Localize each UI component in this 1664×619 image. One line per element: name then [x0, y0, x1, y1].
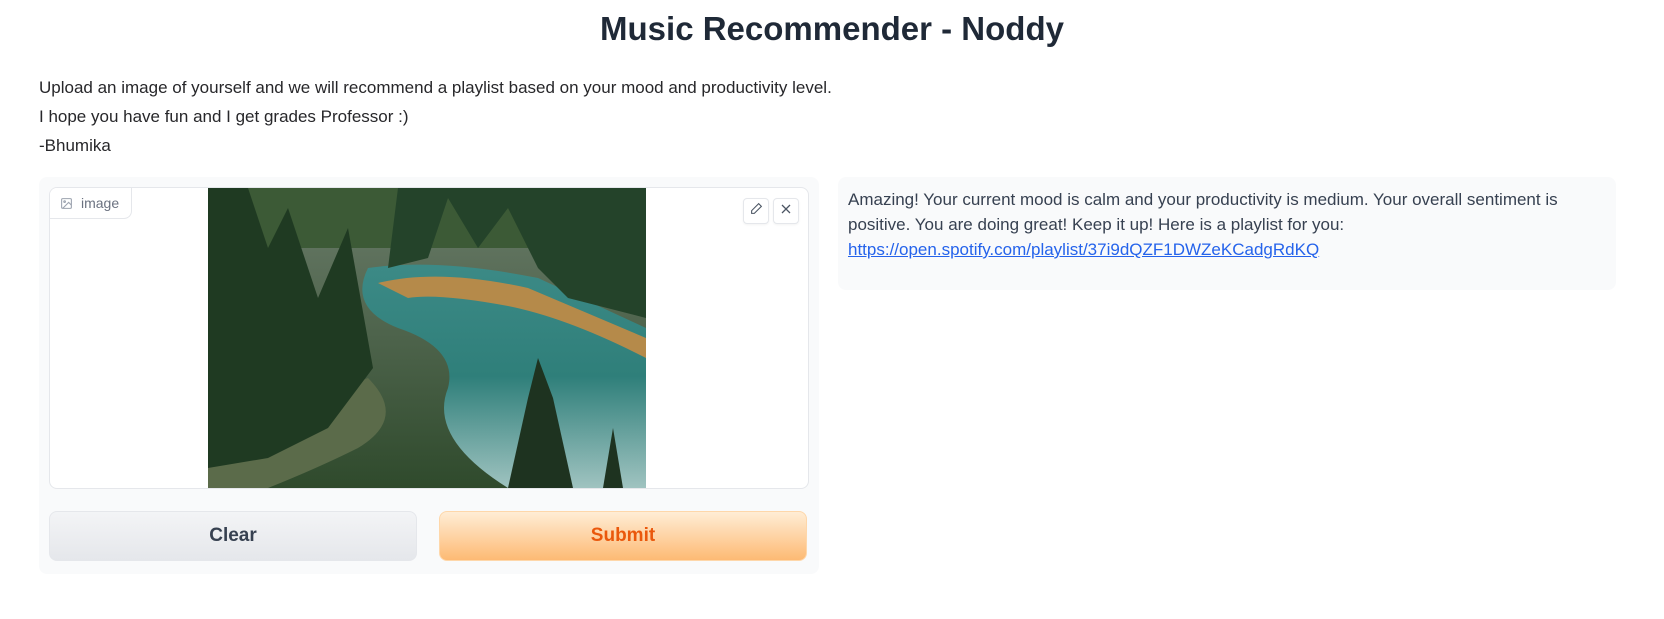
uploaded-image	[208, 188, 646, 488]
playlist-link[interactable]: https://open.spotify.com/playlist/37i9dQ…	[848, 240, 1319, 259]
description-line-1: Upload an image of yourself and we will …	[39, 78, 832, 97]
image-label-text: image	[81, 195, 120, 211]
description: Upload an image of yourself and we will …	[39, 73, 832, 160]
pencil-icon	[750, 202, 763, 220]
description-line-2: I hope you have fun and I get grades Pro…	[39, 107, 409, 126]
image-icon	[60, 197, 73, 210]
image-label: image	[50, 188, 133, 219]
page-title: Music Recommender - Noddy	[600, 10, 1064, 47]
image-upload[interactable]: image	[49, 187, 809, 489]
close-icon	[780, 202, 792, 220]
input-panel: image Clear Submit	[39, 177, 819, 574]
remove-image-button[interactable]	[773, 198, 799, 224]
output-text: Amazing! Your current mood is calm and y…	[848, 190, 1558, 234]
output-panel: Amazing! Your current mood is calm and y…	[838, 177, 1616, 290]
clear-button[interactable]: Clear	[49, 511, 417, 561]
edit-button[interactable]	[743, 198, 769, 224]
description-line-3: -Bhumika	[39, 136, 111, 155]
submit-button[interactable]: Submit	[439, 511, 807, 561]
